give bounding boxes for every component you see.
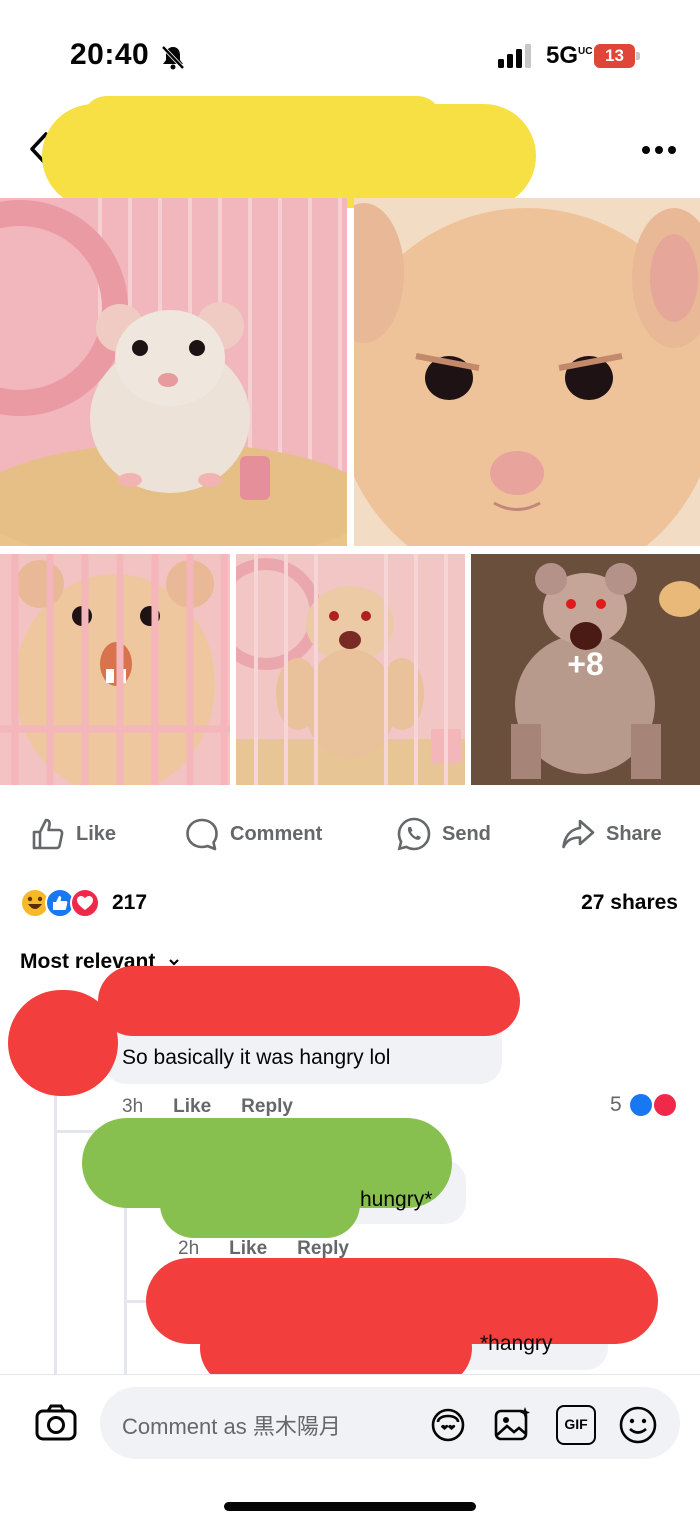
reaction-count[interactable]: 217 <box>112 891 147 915</box>
redacted-reply-avatar <box>160 1170 360 1238</box>
shares-count[interactable]: 27 shares <box>581 891 678 915</box>
comment-composer-bar: Comment as 黒木陽月 GIF <box>0 1374 700 1474</box>
photo-muscular-hamster[interactable] <box>236 554 465 785</box>
reply-like-button[interactable]: Like <box>229 1238 267 1260</box>
emoji-icon[interactable] <box>618 1405 658 1445</box>
reply-meta: 2h Like Reply <box>178 1238 349 1260</box>
bell-muted-icon <box>161 45 185 70</box>
more-photos-count[interactable]: +8 <box>471 646 700 683</box>
photo-angry-hamster-closeup[interactable] <box>354 198 700 546</box>
reply-text: hungry* <box>360 1188 433 1211</box>
share-arrow-icon <box>562 819 595 849</box>
love-reaction-icon <box>70 888 100 918</box>
like-label: Like <box>76 822 117 845</box>
reply-time: 2h <box>178 1238 200 1259</box>
comment-reaction-count: 5 <box>610 1093 622 1116</box>
comment-reply-button[interactable]: Reply <box>241 1096 293 1118</box>
more-options-icon[interactable] <box>640 140 678 160</box>
status-time: 20:40 <box>70 38 150 71</box>
gif-button[interactable]: GIF <box>556 1405 596 1445</box>
comment-input-placeholder: Comment as 黒木陽月 <box>122 1414 341 1439</box>
like-button[interactable]: Like <box>30 812 116 856</box>
send-label: Send <box>442 822 491 845</box>
comment-text: So basically it was hangry lol <box>122 1046 391 1069</box>
comment-reactions[interactable]: 5 <box>610 1092 678 1118</box>
comment-time: 3h <box>122 1096 144 1117</box>
battery-indicator: 13 <box>594 44 640 68</box>
reply-reply-button[interactable]: Reply <box>297 1238 349 1260</box>
photo-angry-hamster-cage[interactable] <box>0 554 230 785</box>
share-label: Share <box>606 822 662 845</box>
like-reaction-icon <box>627 1092 654 1118</box>
thread-line <box>124 1200 127 1374</box>
photo-cute-hamster[interactable] <box>0 198 347 546</box>
redacted-commenter-name <box>98 966 520 1036</box>
send-button[interactable]: Send <box>396 812 491 856</box>
redacted-group-name <box>42 96 536 208</box>
comment-button[interactable]: Comment <box>184 812 322 856</box>
network-label: 5GUC <box>546 42 593 69</box>
signal-icon <box>498 44 531 68</box>
image-sparkle-icon[interactable] <box>492 1405 532 1445</box>
share-button[interactable]: Share <box>560 812 662 856</box>
comment-input[interactable]: Comment as 黒木陽月 GIF <box>100 1387 680 1459</box>
home-indicator[interactable] <box>224 1502 476 1511</box>
nested-reply-text: *hangry <box>480 1332 553 1355</box>
love-reaction-icon <box>651 1092 678 1118</box>
comment-bubble-icon <box>186 818 218 851</box>
battery-level: 13 <box>594 44 635 68</box>
thumbs-up-icon <box>32 818 64 850</box>
comment-like-button[interactable]: Like <box>173 1096 211 1118</box>
avatar-sticker-icon[interactable] <box>428 1405 468 1445</box>
whatsapp-icon <box>397 817 431 851</box>
comment-label: Comment <box>230 822 323 845</box>
camera-icon[interactable] <box>34 1403 78 1443</box>
photo-monster-hamster[interactable]: +8 <box>471 554 700 785</box>
comment-meta: 3h Like Reply <box>122 1096 293 1118</box>
reaction-summary[interactable] <box>20 888 110 920</box>
